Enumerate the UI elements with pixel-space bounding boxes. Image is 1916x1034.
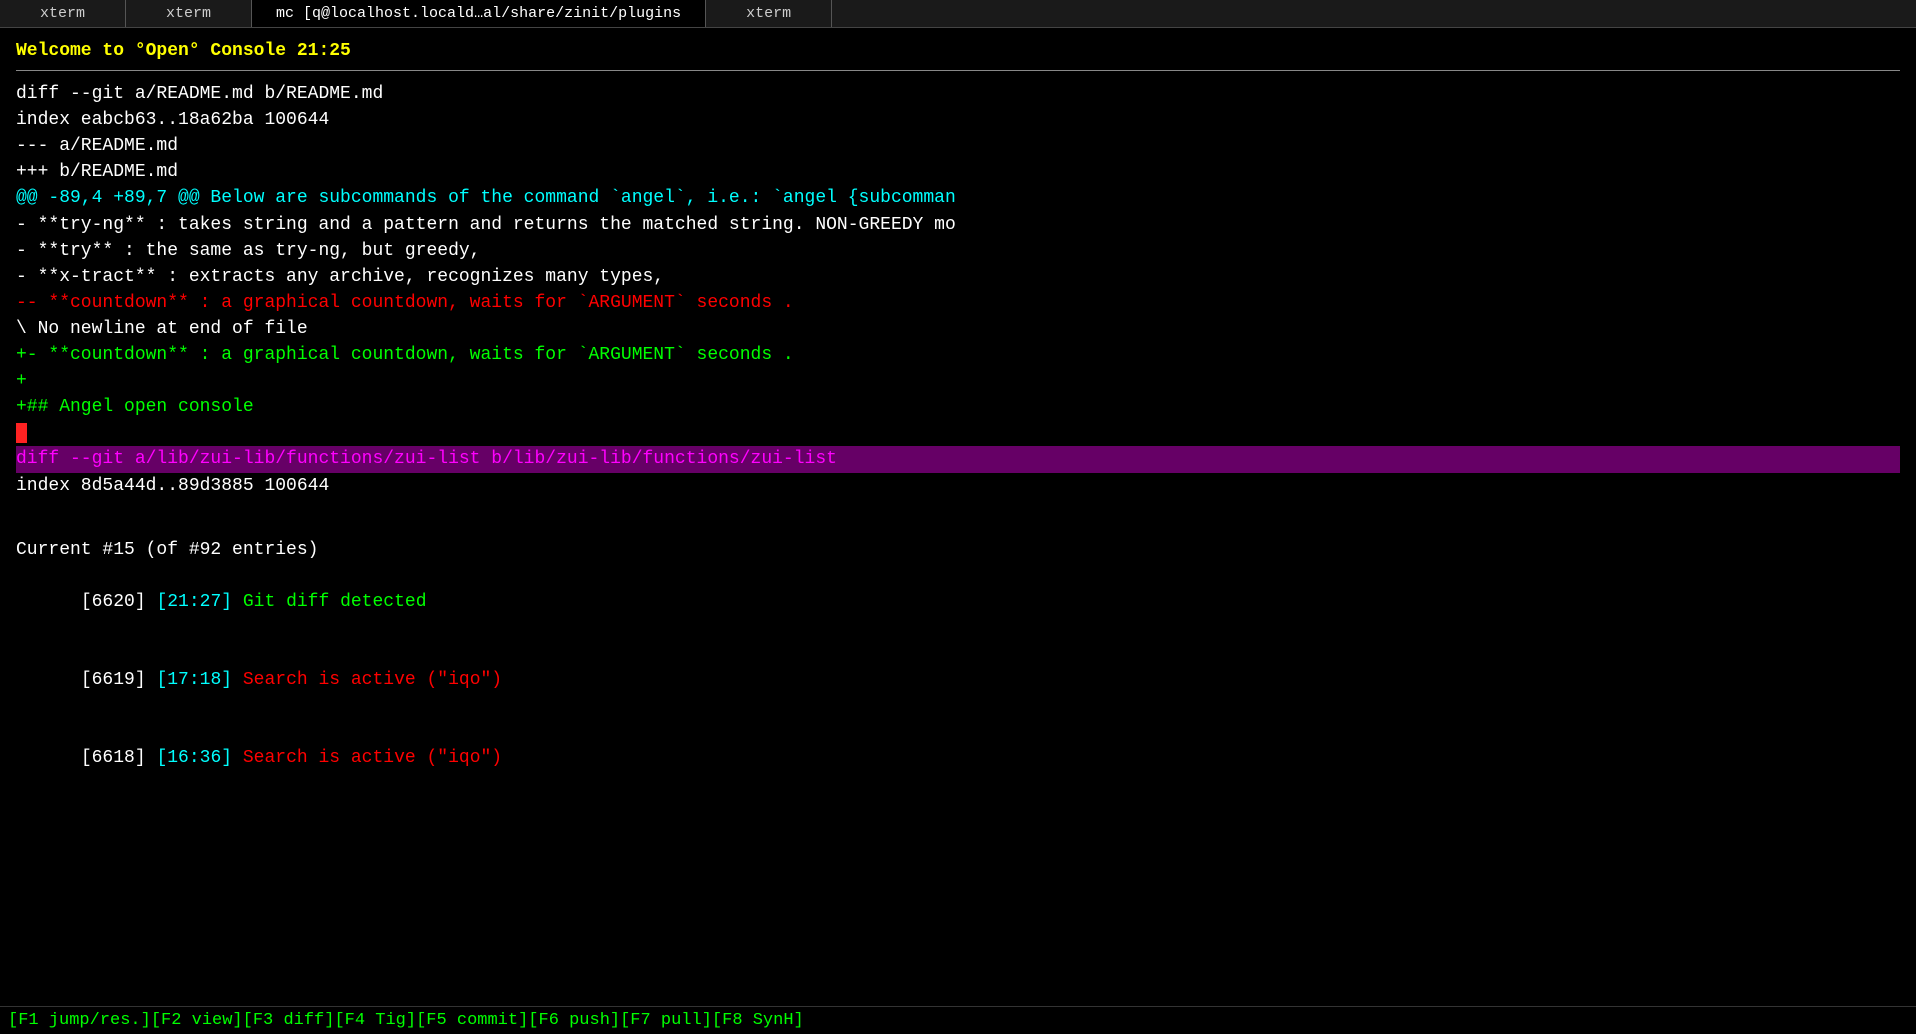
terminal: Welcome to °Open° Console 21:25 diff --g… [0, 28, 1916, 808]
log-entry-6618: [6618] [16:36] Search is active ("iqo") [16, 719, 1900, 797]
blank-line [16, 511, 1900, 537]
bottom-bar: [F1 jump/res.][F2 view][F3 diff][F4 Tig]… [0, 1006, 1916, 1034]
diff-line-2: index eabcb63..18a62ba 100644 [16, 107, 1900, 133]
diff-line-green3: +## Angel open console [16, 394, 1900, 420]
diff-line-green2: + [16, 368, 1900, 394]
diff-line-8: - **x-tract** : extracts any archive, re… [16, 264, 1900, 290]
separator [16, 70, 1900, 71]
log-section: Current #15 (of #92 entries) [6620] [21:… [16, 511, 1900, 798]
diff-line-cursor: + [16, 420, 1900, 446]
diff2-line: diff --git a/lib/zui-lib/functions/zui-l… [16, 446, 1900, 472]
diff-line-nonewline: \ No newline at end of file [16, 316, 1900, 342]
tab-xterm-1[interactable]: xterm [0, 0, 126, 27]
diff-line-7: - **try** : the same as try-ng, but gree… [16, 238, 1900, 264]
diff-line-5: @@ -89,4 +89,7 @@ Below are subcommands … [16, 185, 1900, 211]
log-entry-6619: [6619] [17:18] Search is active ("iqo") [16, 641, 1900, 719]
tab-mc[interactable]: mc [q@localhost.locald…al/share/zinit/pl… [252, 0, 706, 27]
diff-line-red: -- **countdown** : a graphical countdown… [16, 290, 1900, 316]
log-entry-6620: [6620] [21:27] Git diff detected [16, 563, 1900, 641]
diff-line-4: +++ b/README.md [16, 159, 1900, 185]
diff-line-green1: +- **countdown** : a graphical countdown… [16, 342, 1900, 368]
diff-line-1: diff --git a/README.md b/README.md [16, 81, 1900, 107]
index2-line: index 8d5a44d..89d3885 100644 [16, 473, 1900, 499]
current-entry: Current #15 (of #92 entries) [16, 537, 1900, 563]
diff-line-3: --- a/README.md [16, 133, 1900, 159]
welcome-line: Welcome to °Open° Console 21:25 [16, 38, 1900, 64]
tab-xterm-2[interactable]: xterm [126, 0, 252, 27]
diff-line-6: - **try-ng** : takes string and a patter… [16, 212, 1900, 238]
tab-bar: xterm xterm mc [q@localhost.locald…al/sh… [0, 0, 1916, 28]
tab-xterm-3[interactable]: xterm [706, 0, 832, 27]
